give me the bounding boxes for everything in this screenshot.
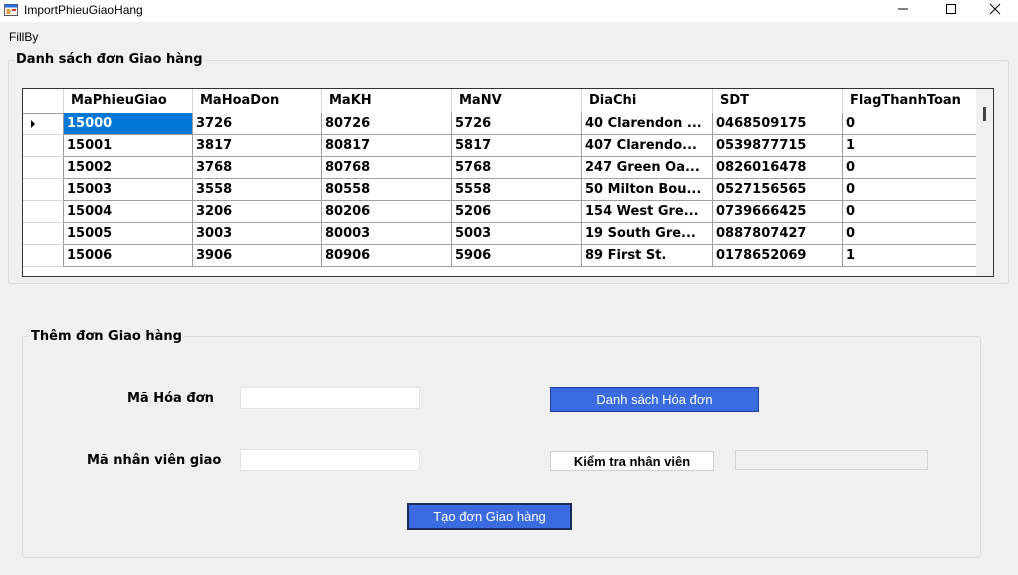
column-header[interactable]: SDT	[713, 89, 843, 113]
table-cell[interactable]: 5558	[452, 179, 582, 201]
table-cell[interactable]: 80206	[322, 201, 452, 223]
table-cell[interactable]: 3726	[193, 113, 322, 135]
table-row[interactable]: 15001 3817 80817 5817 407 Clarendo... 0539877…	[23, 135, 983, 157]
delivery-data-grid[interactable]: MaPhieuGiao MaHoaDon MaKH MaNV DiaChi SD…	[22, 88, 994, 277]
table-cell[interactable]: 0739666425	[713, 201, 843, 223]
table-cell[interactable]: 407 Clarendo...	[582, 135, 713, 157]
table-cell[interactable]: 0468509175	[713, 113, 843, 135]
table-cell[interactable]: 0	[843, 157, 983, 179]
window-title: ImportPhieuGiaoHang	[24, 3, 143, 17]
table-cell[interactable]: 40 Clarendon ...	[582, 113, 713, 135]
table-cell[interactable]: 80768	[322, 157, 452, 179]
table-cell[interactable]: 154 West Gre...	[582, 201, 713, 223]
table-cell[interactable]: 80558	[322, 179, 452, 201]
table-cell[interactable]: 0	[843, 179, 983, 201]
table-cell[interactable]: 0887807427	[713, 223, 843, 245]
row-header[interactable]	[23, 223, 64, 245]
row-header[interactable]	[23, 157, 64, 179]
minimize-icon	[897, 3, 909, 19]
row-header[interactable]	[23, 245, 64, 267]
table-cell[interactable]: 0539877715	[713, 135, 843, 157]
table-cell[interactable]: 1	[843, 135, 983, 157]
table-cell[interactable]: 80726	[322, 113, 452, 135]
table-cell[interactable]: 0	[843, 113, 983, 135]
column-header[interactable]: MaNV	[452, 89, 582, 113]
table-cell[interactable]: 89 First St.	[582, 245, 713, 267]
table-cell[interactable]: 15002	[64, 157, 193, 179]
form-icon	[4, 3, 18, 17]
table-cell[interactable]: 50 Milton Bou...	[582, 179, 713, 201]
table-cell[interactable]: 15000	[64, 113, 193, 135]
row-header[interactable]	[23, 179, 64, 201]
table-cell[interactable]: 0	[843, 223, 983, 245]
row-header[interactable]	[23, 135, 64, 157]
table-cell[interactable]: 3817	[193, 135, 322, 157]
employee-id-label: Mã nhân viên giao	[87, 453, 222, 468]
table-cell[interactable]: 0826016478	[713, 157, 843, 179]
table-cell[interactable]: 1	[843, 245, 983, 267]
menu-item-fillby[interactable]: FillBy	[9, 30, 38, 44]
invoice-id-input[interactable]	[240, 387, 420, 409]
menu-bar: FillBy	[0, 27, 1018, 47]
table-row[interactable]: 15004 3206 80206 5206 154 West Gre... 0739666…	[23, 201, 983, 223]
row-header[interactable]	[23, 201, 64, 223]
check-employee-button[interactable]: Kiểm tra nhân viên	[550, 451, 714, 471]
employee-id-input[interactable]	[240, 449, 420, 471]
table-cell[interactable]: 15001	[64, 135, 193, 157]
grid-header: MaPhieuGiao MaHoaDon MaKH MaNV DiaChi SD…	[23, 89, 993, 114]
employee-check-result-field	[735, 450, 928, 470]
table-cell[interactable]: 15003	[64, 179, 193, 201]
column-header[interactable]: FlagThanhToan	[843, 89, 983, 113]
table-cell[interactable]: 5817	[452, 135, 582, 157]
table-cell[interactable]: 5003	[452, 223, 582, 245]
close-button[interactable]	[972, 0, 1018, 22]
table-cell[interactable]: 80817	[322, 135, 452, 157]
row-header[interactable]	[23, 113, 64, 135]
table-cell[interactable]: 0178652069	[713, 245, 843, 267]
table-row[interactable]: 15003 3558 80558 5558 50 Milton Bou... 052715…	[23, 179, 983, 201]
title-bar: ImportPhieuGiaoHang	[0, 0, 1018, 22]
minimize-button[interactable]	[880, 0, 926, 22]
add-delivery-group-title: Thêm đơn Giao hàng	[29, 329, 184, 344]
table-cell[interactable]: 15006	[64, 245, 193, 267]
table-cell[interactable]: 19 South Gre...	[582, 223, 713, 245]
table-cell[interactable]: 0527156565	[713, 179, 843, 201]
table-cell[interactable]: 5206	[452, 201, 582, 223]
maximize-button[interactable]	[928, 0, 974, 22]
delivery-list-group-title: Danh sách đơn Giao hàng	[14, 52, 205, 67]
maximize-icon	[945, 3, 957, 19]
table-cell[interactable]: 3558	[193, 179, 322, 201]
table-cell[interactable]: 3768	[193, 157, 322, 179]
table-cell[interactable]: 247 Green Oa...	[582, 157, 713, 179]
table-cell[interactable]: 5768	[452, 157, 582, 179]
scrollbar-thumb[interactable]	[983, 107, 986, 121]
close-icon	[989, 3, 1001, 19]
create-delivery-button[interactable]: Tạo đơn Giao hàng	[407, 503, 572, 530]
table-cell[interactable]: 0	[843, 201, 983, 223]
column-header[interactable]: MaPhieuGiao	[64, 89, 193, 113]
table-cell[interactable]: 5906	[452, 245, 582, 267]
table-row[interactable]: 15002 3768 80768 5768 247 Green Oa... 0826016…	[23, 157, 983, 179]
table-cell[interactable]: 3906	[193, 245, 322, 267]
table-row[interactable]: 15006 3906 80906 5906 89 First St. 0178652069…	[23, 245, 983, 267]
column-header[interactable]: DiaChi	[582, 89, 713, 113]
invoice-id-label: Mã Hóa đơn	[127, 391, 214, 406]
column-header[interactable]: MaHoaDon	[193, 89, 322, 113]
table-row[interactable]: 15000 3726 80726 5726 40 Clarendon ... 046850…	[23, 113, 983, 135]
table-row[interactable]: 15005 3003 80003 5003 19 South Gre... 0887807…	[23, 223, 983, 245]
table-cell[interactable]: 15005	[64, 223, 193, 245]
grid-vertical-scrollbar[interactable]	[976, 89, 993, 276]
table-cell[interactable]: 3206	[193, 201, 322, 223]
column-header[interactable]: MaKH	[322, 89, 452, 113]
table-cell[interactable]: 80906	[322, 245, 452, 267]
invoice-list-button[interactable]: Danh sách Hóa đơn	[550, 387, 759, 412]
table-cell[interactable]: 15004	[64, 201, 193, 223]
table-cell[interactable]: 80003	[322, 223, 452, 245]
grid-corner-header	[23, 89, 64, 113]
table-cell[interactable]: 3003	[193, 223, 322, 245]
table-cell[interactable]: 5726	[452, 113, 582, 135]
